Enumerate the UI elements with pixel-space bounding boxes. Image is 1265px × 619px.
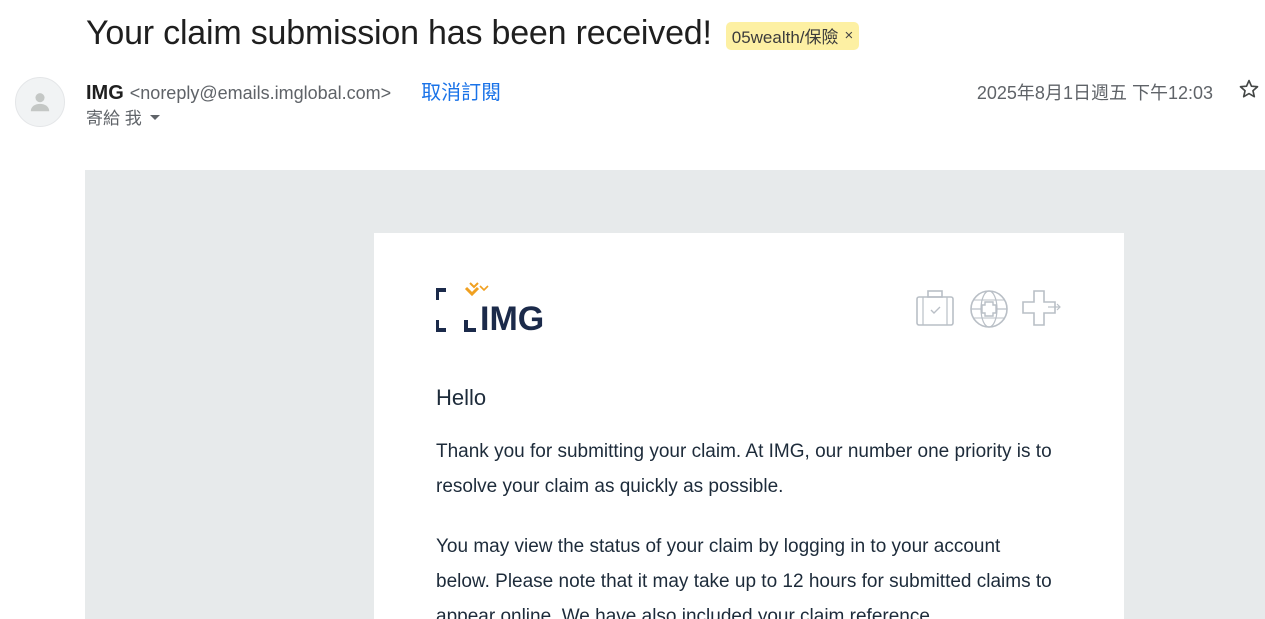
label-remove-icon[interactable]: ×: [845, 27, 854, 44]
unsubscribe-link[interactable]: 取消訂閱: [421, 76, 501, 105]
email-subject: Your claim submission has been received!: [86, 14, 712, 52]
label-chip[interactable]: 05wealth/保險 ×: [725, 21, 860, 50]
globe-cross-icon: [970, 290, 1008, 328]
body-paragraph-1: Thank you for submitting your claim. At …: [436, 441, 1052, 497]
suitcase-icon: [916, 290, 954, 326]
subject-row: Your claim submission has been received!…: [86, 14, 860, 53]
img-logo: IMG: [436, 282, 544, 336]
medical-cross-icon: [1022, 290, 1061, 326]
logo-text: IMG: [480, 300, 544, 336]
service-icons: [914, 288, 1064, 330]
email-date: 2025年8月1日週五 下午12:03: [976, 83, 1213, 103]
sender-name[interactable]: IMG: [86, 82, 124, 105]
star-icon[interactable]: [1238, 78, 1260, 100]
recipient-text: 寄給 我: [86, 109, 142, 128]
sender-email: <noreply@emails.imglobal.com>: [129, 83, 392, 103]
sender-line: IMG <noreply@emails.imglobal.com> 取消訂閱: [86, 76, 501, 105]
greeting: Hello: [436, 385, 487, 410]
person-icon: [30, 93, 50, 112]
dropdown-caret-icon[interactable]: [149, 115, 160, 120]
body-paragraph-2: You may view the status of your claim by…: [436, 536, 1052, 619]
recipient-line[interactable]: 寄給 我: [86, 104, 160, 129]
label-chip-text: 05wealth/保險: [731, 27, 839, 47]
avatar[interactable]: [15, 77, 65, 127]
